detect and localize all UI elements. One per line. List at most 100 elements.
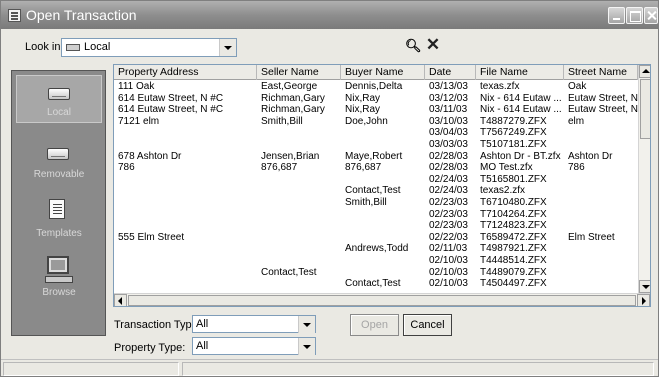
- vertical-scroll-thumb[interactable]: [640, 79, 650, 139]
- table-cell: texas.zfx: [480, 81, 520, 92]
- table-cell: T7124823.ZFX: [480, 220, 547, 232]
- table-cell: 111 Oak: [118, 81, 155, 92]
- property-type-label: Property Type:: [114, 342, 186, 354]
- column-header[interactable]: Buyer Name: [341, 65, 425, 80]
- table-cell: [564, 255, 638, 266]
- table-row[interactable]: 02/23/03 T7124823.ZFX: [114, 220, 638, 231]
- table-row[interactable]: Andrews,Todd 02/11/03 T4987921.ZFX: [114, 243, 638, 254]
- table-row[interactable]: Smith,Bill 02/23/03 T6710480.ZFX: [114, 197, 638, 208]
- table-cell: Nix - 614 Eutaw ...: [480, 92, 562, 104]
- table-cell: [564, 127, 638, 138]
- cancel-button[interactable]: Cancel: [403, 314, 452, 336]
- chevron-down-icon[interactable]: [219, 39, 236, 56]
- table-cell: [564, 174, 638, 185]
- scroll-up-button[interactable]: [639, 65, 650, 78]
- table-cell: 786: [118, 162, 135, 174]
- minimize-button[interactable]: [608, 7, 625, 24]
- table-cell: [257, 209, 341, 220]
- table-row[interactable]: 03/04/03 T7567249.ZFX: [114, 127, 638, 138]
- vertical-scrollbar[interactable]: [638, 65, 650, 293]
- column-header[interactable]: Street Name: [564, 65, 638, 80]
- close-button[interactable]: [644, 7, 658, 24]
- binoculars-icon[interactable]: 🔍︎: [405, 38, 422, 54]
- maximize-button[interactable]: [626, 7, 643, 24]
- table-cell: [341, 174, 425, 185]
- table-cell: 614 Eutaw Street, N #C: [118, 104, 224, 116]
- table-row[interactable]: 02/24/03 T5165801.ZFX: [114, 174, 638, 185]
- table-cell: 03/13/03: [429, 81, 468, 92]
- table-cell: 03/04/03: [429, 127, 468, 139]
- place-local[interactable]: Local: [16, 75, 102, 123]
- table-cell: [341, 232, 425, 243]
- table-cell: [114, 255, 257, 266]
- app-icon: [8, 9, 21, 22]
- table-row[interactable]: Contact,Test 02/10/03 T4504497.ZFX: [114, 278, 638, 289]
- window-title: Open Transaction: [26, 7, 137, 23]
- table-cell: [114, 185, 257, 196]
- table-cell: [564, 209, 638, 220]
- table-cell: [257, 278, 341, 289]
- scroll-left-button[interactable]: [114, 294, 127, 306]
- table-row[interactable]: 111 Oak East,George Dennis,Delta 03/13/03 te…: [114, 81, 638, 92]
- table-row[interactable]: 03/03/03 T5107181.ZFX: [114, 139, 638, 150]
- column-header[interactable]: Seller Name: [257, 65, 341, 80]
- table-row[interactable]: 02/23/03 T7104264.ZFX: [114, 209, 638, 220]
- horizontal-scroll-thumb[interactable]: [128, 295, 636, 306]
- transaction-type-label: Transaction Type:: [114, 319, 201, 331]
- local-drive-icon: [48, 88, 70, 100]
- open-button[interactable]: Open: [350, 314, 399, 336]
- table-cell: 02/28/03: [429, 162, 468, 174]
- table-cell: T5107181.ZFX: [480, 139, 547, 150]
- table-row[interactable]: 614 Eutaw Street, N #C Richman,Gary Nix,Ra…: [114, 93, 638, 104]
- column-header[interactable]: File Name: [476, 65, 564, 80]
- delete-x-icon[interactable]: ✕: [425, 36, 441, 54]
- scroll-right-button[interactable]: [637, 294, 650, 306]
- table-cell: [257, 243, 341, 254]
- table-row[interactable]: Contact,Test 02/24/03 texas2.zfx: [114, 185, 638, 196]
- table-row[interactable]: 02/10/03 T4448514.ZFX: [114, 255, 638, 266]
- list-header: Property Address Seller Name Buyer Name Dat…: [114, 65, 638, 80]
- table-cell: 02/23/03: [429, 197, 468, 208]
- table-cell: Nix,Ray: [345, 104, 381, 116]
- look-in-dropdown[interactable]: Local: [61, 38, 237, 57]
- table-cell: [257, 185, 341, 196]
- table-cell: Nix,Ray: [345, 92, 381, 104]
- table-cell: Maye,Robert: [345, 150, 403, 162]
- table-row[interactable]: 555 Elm Street 02/22/03 T6589472.ZFX Elm St…: [114, 232, 638, 243]
- place-templates[interactable]: Templates: [16, 195, 102, 243]
- table-cell: 02/24/03: [429, 173, 468, 185]
- place-removable[interactable]: Removable: [16, 136, 102, 184]
- table-cell: T4987921.ZFX: [480, 243, 547, 255]
- table-row[interactable]: 786 876,687 876,687 02/28/03 MO Test.zfx 786: [114, 162, 638, 173]
- chevron-down-icon[interactable]: [298, 316, 315, 333]
- column-header[interactable]: Property Address: [114, 65, 257, 80]
- table-cell: 03/12/03: [429, 92, 468, 104]
- table-cell: Ashton Dr - BT.zfx: [480, 150, 561, 162]
- place-label: Browse: [42, 287, 76, 298]
- templates-icon: [45, 199, 65, 222]
- open-transaction-dialog: Open Transaction Look in: Local 🔍︎ ✕ Loc…: [0, 0, 659, 377]
- column-header[interactable]: Date: [425, 65, 476, 80]
- scroll-down-button[interactable]: [639, 280, 650, 293]
- table-cell: Doe,John: [345, 115, 388, 127]
- table-row[interactable]: 614 Eutaw Street, N #C Richman,Gary Nix,Ra…: [114, 104, 638, 115]
- table-cell: T7567249.ZFX: [480, 127, 547, 139]
- removable-drive-icon: [47, 148, 69, 160]
- table-row[interactable]: Contact,Test 02/10/03 T4489079.ZFX: [114, 267, 638, 278]
- property-type-dropdown[interactable]: All: [192, 337, 316, 355]
- table-cell: [257, 174, 341, 185]
- table-cell: T4504497.ZFX: [480, 278, 547, 290]
- table-row[interactable]: 678 Ashton Dr Jensen,Brian Maye,Robert 02/2…: [114, 151, 638, 162]
- place-browse[interactable]: Browse: [16, 254, 102, 302]
- horizontal-scrollbar[interactable]: [114, 293, 650, 306]
- table-cell: Nix - 614 Eutaw ...: [480, 104, 562, 116]
- transaction-list[interactable]: Property Address Seller Name Buyer Name Dat…: [113, 64, 651, 307]
- chevron-down-icon[interactable]: [298, 338, 315, 355]
- transaction-type-dropdown[interactable]: All: [192, 315, 316, 333]
- table-cell: Oak: [568, 81, 587, 92]
- table-cell: Elm Street: [568, 231, 615, 243]
- table-cell: Eutaw Street, N #C: [568, 92, 638, 104]
- place-label: Removable: [33, 169, 85, 180]
- table-cell: Andrews,Todd: [345, 243, 409, 255]
- table-row[interactable]: 7121 elm Smith,Bill Doe,John 03/10/03 T48872…: [114, 116, 638, 127]
